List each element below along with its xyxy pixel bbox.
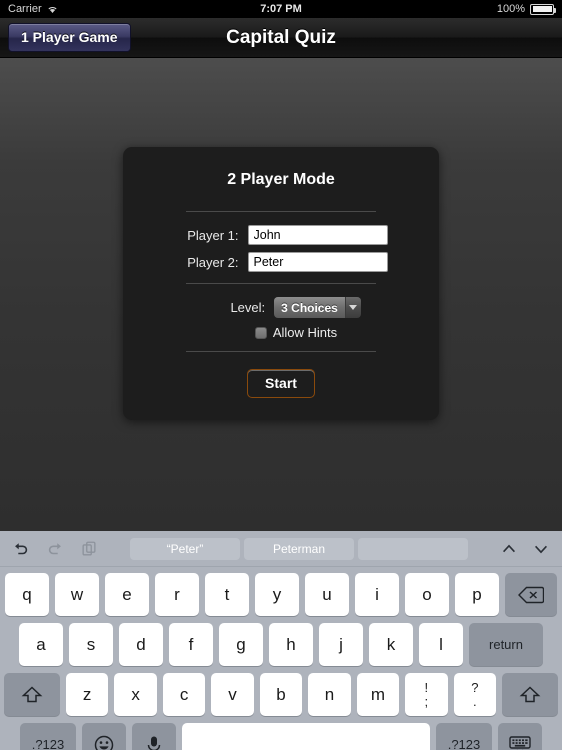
key-a[interactable]: a (19, 623, 63, 666)
key-y[interactable]: y (255, 573, 299, 616)
key-d[interactable]: d (119, 623, 163, 666)
keyboard-row-1: q w e r t y u i o p (0, 573, 562, 616)
status-bar: Carrier 7:07 PM 100% (0, 0, 562, 18)
key-o[interactable]: o (405, 573, 449, 616)
key-period-bottom: . (472, 693, 477, 709)
suggestion-chip[interactable] (358, 537, 468, 560)
hide-keyboard-key[interactable] (498, 723, 542, 750)
start-button[interactable]: Start (247, 369, 315, 398)
key-f[interactable]: f (169, 623, 213, 666)
battery-full-icon (530, 3, 556, 15)
backspace-key[interactable] (505, 573, 557, 616)
player1-label: Player 1: (187, 227, 239, 243)
key-w[interactable]: w (55, 573, 99, 616)
dictation-key[interactable] (132, 723, 176, 750)
shift-key-right[interactable] (502, 673, 558, 716)
app-root: Carrier 7:07 PM 100% 1 Player Game Capit… (0, 0, 562, 750)
key-p[interactable]: p (455, 573, 499, 616)
two-player-mode-dialog: 2 Player Mode Player 1: Player 2: Level: (123, 147, 439, 420)
level-select-value: 3 Choices (274, 297, 345, 318)
keyboard-dismiss-icon (509, 735, 531, 750)
microphone-icon (147, 736, 161, 750)
level-label: Level: (230, 300, 266, 315)
key-r[interactable]: r (155, 573, 199, 616)
key-x[interactable]: x (114, 673, 157, 716)
key-question-period[interactable]: ? . (453, 673, 497, 716)
numbers-key-left[interactable]: .?123 (20, 723, 76, 750)
shift-key-left[interactable] (4, 673, 60, 716)
key-k[interactable]: k (369, 623, 413, 666)
space-key[interactable] (182, 723, 430, 750)
field-nav (500, 540, 550, 558)
key-exclamation-semicolon[interactable]: ! ; (405, 673, 448, 716)
key-h[interactable]: h (269, 623, 313, 666)
start-button-wrap: Start (123, 352, 439, 398)
paste-icon[interactable] (80, 540, 98, 558)
player2-row: Player 2: (123, 252, 439, 272)
status-time: 7:07 PM (260, 3, 302, 15)
dialog-title: 2 Player Mode (227, 171, 335, 188)
player2-input[interactable] (247, 252, 388, 272)
numbers-key-right[interactable]: .?123 (436, 723, 492, 750)
key-b[interactable]: b (259, 673, 303, 716)
key-s[interactable]: s (69, 623, 113, 666)
suggestion-chips: “Peter” Peterman (98, 537, 500, 560)
onscreen-keyboard: “Peter” Peterman q w e r t y u i o p a s… (0, 531, 562, 750)
backspace-icon (518, 586, 544, 603)
suggestion-bar: “Peter” Peterman (0, 531, 562, 567)
shift-icon (21, 685, 43, 702)
suggestion-chip[interactable]: “Peter” (130, 537, 240, 560)
key-q[interactable]: q (5, 573, 49, 616)
player1-input[interactable] (247, 225, 388, 245)
allow-hints-label: Allow Hints (272, 325, 338, 340)
keyboard-row-3: z x c v b n m ! ; ? . (0, 673, 562, 716)
shift-icon (519, 685, 541, 702)
nav-bar: 1 Player Game Capital Quiz (0, 18, 562, 58)
wifi-icon (48, 6, 57, 13)
chevron-down-icon[interactable] (532, 540, 550, 558)
edit-tools (12, 540, 98, 558)
content-area: 2 Player Mode Player 1: Player 2: Level: (0, 58, 562, 531)
level-row: Level: 3 Choices (123, 297, 439, 318)
chevron-up-icon[interactable] (500, 540, 518, 558)
status-left: Carrier (8, 3, 58, 15)
keyboard-row-4: .?123 .?123 (0, 723, 562, 750)
key-n[interactable]: n (308, 673, 351, 716)
key-u[interactable]: u (305, 573, 349, 616)
redo-icon[interactable] (46, 540, 64, 558)
level-section: Level: 3 Choices Allow Hints (123, 284, 439, 351)
key-m[interactable]: m (356, 673, 400, 716)
key-g[interactable]: g (219, 623, 263, 666)
key-c[interactable]: c (162, 673, 206, 716)
key-l[interactable]: l (419, 623, 463, 666)
return-key[interactable]: return (469, 623, 543, 666)
key-i[interactable]: i (355, 573, 399, 616)
allow-hints-checkbox[interactable] (254, 326, 267, 339)
player-fields: Player 1: Player 2: (123, 212, 439, 283)
key-exclamation-top: ! (424, 679, 429, 695)
key-z[interactable]: z (65, 673, 109, 716)
key-t[interactable]: t (205, 573, 249, 616)
key-v[interactable]: v (211, 673, 254, 716)
allow-hints-row: Allow Hints (123, 325, 439, 340)
chevron-down-icon (344, 297, 361, 318)
level-select[interactable]: 3 Choices (274, 297, 361, 318)
player1-row: Player 1: (123, 225, 439, 245)
key-semicolon-bottom: ; (424, 693, 429, 709)
back-button-1-player-game[interactable]: 1 Player Game (8, 23, 131, 52)
undo-icon[interactable] (12, 540, 30, 558)
emoji-key[interactable] (82, 723, 126, 750)
keyboard-row-2: a s d f g h j k l return (0, 623, 562, 666)
status-right: 100% (496, 3, 556, 15)
battery-percent: 100% (496, 3, 525, 15)
emoji-icon (94, 735, 114, 750)
suggestion-chip[interactable]: Peterman (244, 537, 354, 560)
player2-label: Player 2: (187, 254, 239, 270)
key-e[interactable]: e (105, 573, 149, 616)
key-j[interactable]: j (319, 623, 363, 666)
key-question-top: ? (471, 679, 479, 695)
carrier-label: Carrier (8, 3, 42, 15)
